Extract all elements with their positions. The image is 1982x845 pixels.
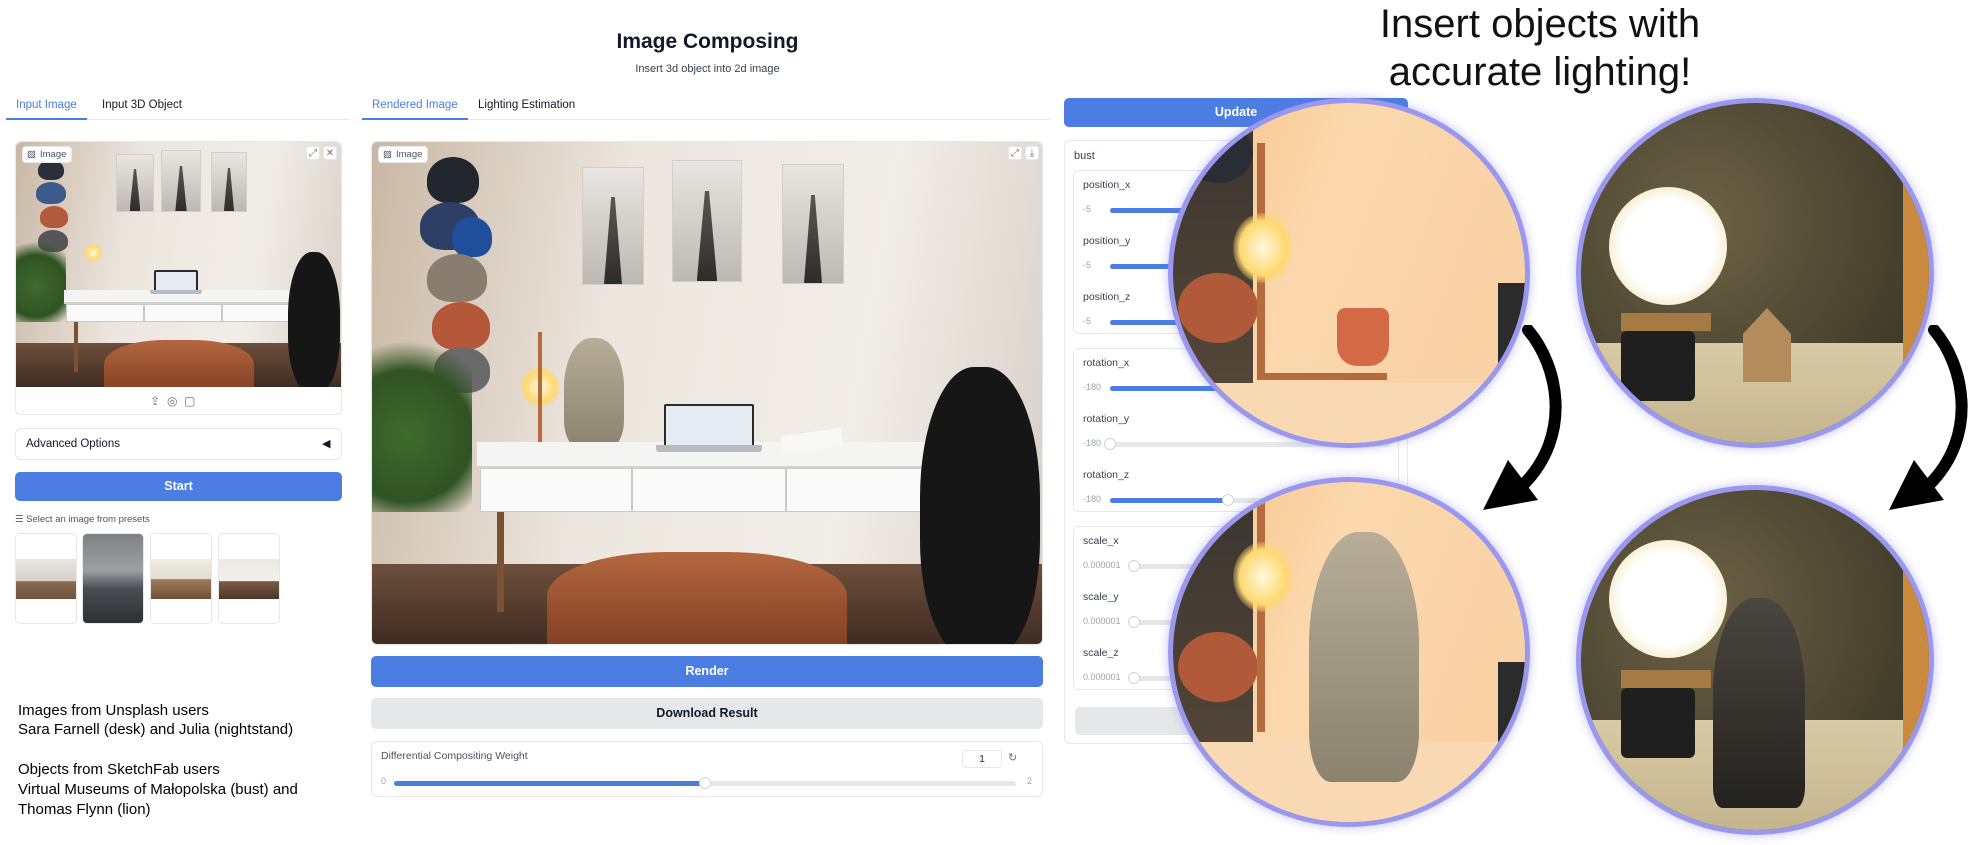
slider-label: rotation_x [1083,357,1130,369]
slider-thumb[interactable] [1104,438,1116,450]
input-image[interactable] [16,142,341,387]
tab-rendered-image[interactable]: Rendered Image [362,94,468,120]
list-icon: ☰ [15,514,24,525]
credits-text: Thomas Flynn (lion) [18,801,151,818]
collapse-arrow-icon: ◀ [322,438,331,450]
slider-label: scale_z [1083,647,1119,659]
rendered-image-panel: ▧ Image ⤢ ⤓ [371,141,1043,645]
slider-thumb[interactable] [1128,616,1140,628]
slider-thumb[interactable] [1128,672,1140,684]
credits-text: Virtual Museums of Małopolska (bust) and [18,781,298,798]
download-result-button[interactable]: Download Result [371,698,1043,729]
promo-headline: accurate lighting! [1388,50,1692,94]
slider-thumb[interactable] [699,777,711,789]
credits-text: Images from Unsplash users [18,702,209,719]
credits-text: Sara Farnell (desk) and Julia (nightstan… [18,721,294,738]
after-circle-desk [1168,477,1530,827]
reset-icon[interactable]: ↻ [1008,751,1017,764]
slider-label: position_z [1083,291,1131,303]
slider-label: position_x [1083,179,1131,191]
input-image-panel: ▧ Image ⤢ ✕ ⇪ ◎ ▢ [15,141,342,415]
image-label: ▧ Image [378,146,429,163]
slider-label: position_y [1083,235,1131,247]
slider-label: scale_x [1083,535,1119,547]
slider-min: 0.000001 [1083,560,1121,570]
fullscreen-icon[interactable]: ⤢ [1008,146,1022,160]
presets-label: ☰ Select an image from presets [15,514,150,525]
advanced-options-accordion[interactable]: Advanced Options ◀ [15,428,342,460]
start-button[interactable]: Start [15,472,342,501]
slider-min: 0.000001 [1083,616,1121,626]
slider-min: -5 [1083,204,1092,214]
arrow-icon [1889,325,1968,510]
object-name: bust [1074,150,1095,162]
slider-max: 2 [1027,776,1033,786]
slider-min: -180 [1083,494,1102,504]
slider-min: -5 [1083,260,1092,270]
output-tabs: Rendered Image Lighting Estimation [362,94,1050,120]
image-label: ▧ Image [22,146,73,163]
promo-headline: Insert objects with [1379,2,1701,46]
slider-fill [394,781,705,786]
before-circle-desk [1168,98,1530,448]
compositing-weight-value[interactable]: 1 [962,750,1002,768]
input-tabs: Input Image Input 3D Object [6,94,350,120]
slider-min: -180 [1083,438,1102,448]
slider-label: rotation_z [1083,469,1130,481]
webcam-icon[interactable]: ◎ [167,394,177,408]
preset-thumbnail[interactable] [150,533,212,624]
fullscreen-icon[interactable]: ⤢ [306,146,320,160]
advanced-options-label: Advanced Options [26,438,120,450]
before-circle-nightstand [1576,98,1934,448]
credits-text: Objects from SketchFab users [18,761,220,778]
compositing-weight-label: Differential Compositing Weight [381,750,528,762]
page-title: Image Composing [616,30,799,53]
preset-thumbnail[interactable] [15,533,77,624]
preset-thumbnail[interactable] [218,533,280,624]
slider-min: 0 [381,776,387,786]
image-icon: ▧ [383,149,392,160]
download-icon[interactable]: ⤓ [1025,146,1039,160]
compositing-weight-slider[interactable] [394,777,1016,789]
tab-lighting-estimation[interactable]: Lighting Estimation [468,94,585,120]
rendered-image [372,142,1042,644]
slider-thumb[interactable] [1128,560,1140,572]
upload-icon[interactable]: ⇪ [150,394,160,408]
page-subtitle: Insert 3d object into 2d image [635,63,780,75]
preset-thumbnail[interactable] [82,533,144,624]
after-circle-nightstand [1576,485,1934,835]
slider-min: 0.000001 [1083,672,1121,682]
close-icon[interactable]: ✕ [323,146,337,160]
compositing-weight-control: Differential Compositing Weight 1 ↻ 0 2 [371,741,1043,797]
arrow-icon [1483,325,1562,510]
slider-label: rotation_y [1083,413,1130,425]
slider-min: -180 [1083,382,1102,392]
tab-input-3d-object[interactable]: Input 3D Object [92,94,192,120]
render-button[interactable]: Render [371,656,1043,687]
tab-input-image[interactable]: Input Image [6,94,87,120]
clipboard-icon[interactable]: ▢ [184,394,195,408]
slider-label: scale_y [1083,591,1119,603]
image-icon: ▧ [27,149,36,160]
slider-min: -5 [1083,316,1092,326]
